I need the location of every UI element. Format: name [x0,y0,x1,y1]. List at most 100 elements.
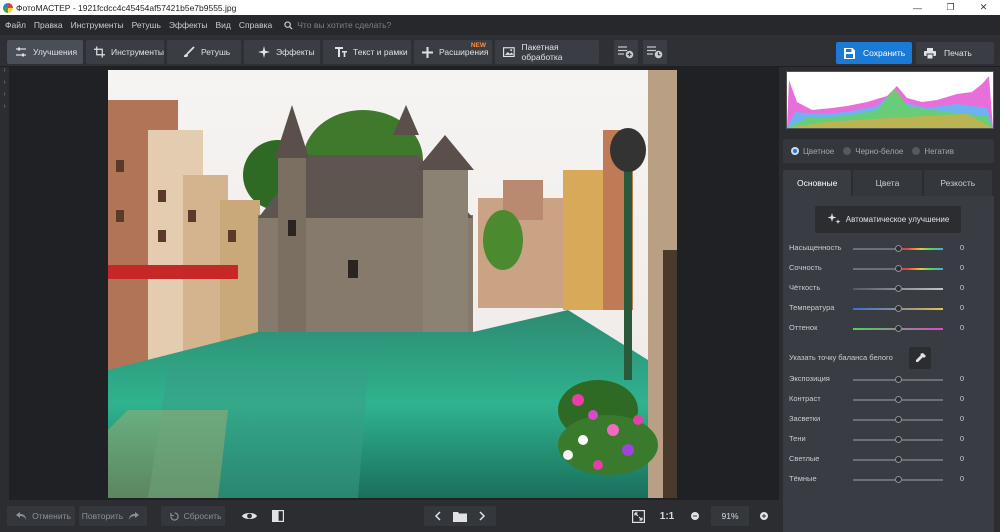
text-icon [335,47,347,57]
save-button[interactable]: Сохранить [836,42,912,64]
tab-text-frames-label: Текст и рамки [353,47,408,57]
histogram [786,71,994,129]
white-balance-label: Указать точку баланса белого [789,353,893,362]
histogram-graph [787,76,993,128]
floppy-icon [844,47,855,59]
undo-button[interactable]: Отменить [7,506,75,526]
highlights-slider[interactable]: Засветки 0 [783,412,994,428]
menu-help[interactable]: Справка [239,20,272,30]
zoom-out-button[interactable] [686,506,704,526]
tab-effects[interactable]: Эффекты [244,40,320,64]
reset-label: Сбросить [183,511,222,521]
blacks-knob[interactable] [895,476,902,483]
whites-knob[interactable] [895,456,902,463]
vibrance-slider[interactable]: Сочность 0 [783,261,994,277]
tab-batch-processing[interactable]: Пакетная обработка [495,40,599,64]
temperature-slider[interactable]: Температура 0 [783,301,994,317]
expand-arrow-icon[interactable]: › [0,79,9,91]
file-navigation [424,506,496,526]
minimize-button[interactable]: — [901,0,934,15]
tab-retouch[interactable]: Ретушь [167,40,241,64]
redo-label: Повторить [81,511,124,521]
tab-text-frames[interactable]: Текст и рамки [323,40,411,64]
photo-preview[interactable] [108,70,677,498]
tab-colors[interactable]: Цвета [853,170,922,196]
tab-basic[interactable]: Основные [783,170,852,196]
whites-slider[interactable]: Светлые 0 [783,452,994,468]
tab-enhancements[interactable]: Улучшения [7,40,83,64]
history-add-button[interactable] [614,40,638,64]
tint-slider[interactable]: Оттенок 0 [783,321,994,337]
expand-arrow-icon[interactable]: › [0,67,9,79]
contrast-slider[interactable]: Контраст 0 [783,392,994,408]
tab-retouch-label: Ретушь [201,47,231,57]
adjustments-panel: Цветное Черно-белое Негатив Основные Цве… [780,67,1000,532]
shadows-label: Тени [789,434,806,443]
redo-button[interactable]: Повторить [79,506,147,526]
shadows-knob[interactable] [895,436,902,443]
compare-icon [272,510,284,522]
tab-sharpness[interactable]: Резкость [923,170,992,196]
auto-enhance-button[interactable]: Автоматическое улучшение [815,206,961,233]
exposure-slider[interactable]: Экспозиция 0 [783,372,994,388]
sliders-icon [16,47,26,57]
mode-bw-label: Черно-белое [855,146,904,156]
folder-icon[interactable] [453,511,467,522]
saturation-knob[interactable] [895,245,902,252]
window-title: ФотоМАСТЕР - 1921fcdcc4c45454af57421b5e7… [16,2,237,13]
contrast-knob[interactable] [895,396,902,403]
temperature-knob[interactable] [895,305,902,312]
expand-arrow-icon[interactable]: › [0,91,9,103]
blacks-slider[interactable]: Тёмные 0 [783,472,994,488]
expand-arrow-icon[interactable]: › [0,103,9,115]
tab-tools[interactable]: Инструменты [86,40,164,64]
search-icon [284,20,293,30]
reset-icon [169,511,179,521]
save-label: Сохранить [863,48,906,58]
history-list-button[interactable] [643,40,667,64]
mode-color-radio[interactable]: Цветное [791,147,834,156]
collapsed-side-strip: › › › › [0,67,9,500]
print-button[interactable]: Печать [916,42,994,64]
exposure-label: Экспозиция [789,374,830,383]
highlights-label: Засветки [789,414,821,423]
plus-circle-icon [760,512,768,520]
preview-toggle-button[interactable] [236,506,262,526]
vibrance-knob[interactable] [895,265,902,272]
menu-tools[interactable]: Инструменты [71,20,124,30]
clarity-knob[interactable] [895,285,902,292]
menu-retouch[interactable]: Ретушь [132,20,161,30]
clarity-slider[interactable]: Чёткость 0 [783,281,994,297]
mode-bw-radio[interactable]: Черно-белое [843,147,903,156]
shadows-value: 0 [959,434,964,443]
saturation-slider[interactable]: Насыщенность 0 [783,241,994,257]
mode-negative-radio[interactable]: Негатив [912,147,954,156]
zoom-level-field[interactable]: 91% [711,506,749,526]
shadows-slider[interactable]: Тени 0 [783,432,994,448]
reset-button[interactable]: Сбросить [161,506,225,526]
highlights-knob[interactable] [895,416,902,423]
zoom-one-to-one-button[interactable]: 1:1 [655,506,679,526]
contrast-label: Контраст [789,394,821,403]
saturation-value: 0 [959,243,964,252]
close-button[interactable]: ✕ [967,0,1000,15]
chevron-left-icon[interactable] [434,511,442,521]
tab-extensions[interactable]: Расширения NEW [414,40,492,64]
command-search[interactable]: Что вы хотите сделать? [284,20,391,30]
menu-file[interactable]: Файл [5,20,26,30]
zoom-in-button[interactable] [755,506,773,526]
menu-view[interactable]: Вид [216,20,231,30]
menu-edit[interactable]: Правка [34,20,63,30]
maximize-button[interactable]: ❐ [934,0,967,15]
contrast-value: 0 [959,394,964,403]
chevron-right-icon[interactable] [478,511,486,521]
eyedropper-button[interactable] [909,347,931,369]
highlights-value: 0 [959,414,964,423]
tint-knob[interactable] [895,325,902,332]
menu-effects[interactable]: Эффекты [169,20,208,30]
fit-to-screen-button[interactable] [626,506,650,526]
sparkle-icon [258,46,270,58]
exposure-knob[interactable] [895,376,902,383]
compare-button[interactable] [266,506,290,526]
clarity-label: Чёткость [789,283,821,292]
